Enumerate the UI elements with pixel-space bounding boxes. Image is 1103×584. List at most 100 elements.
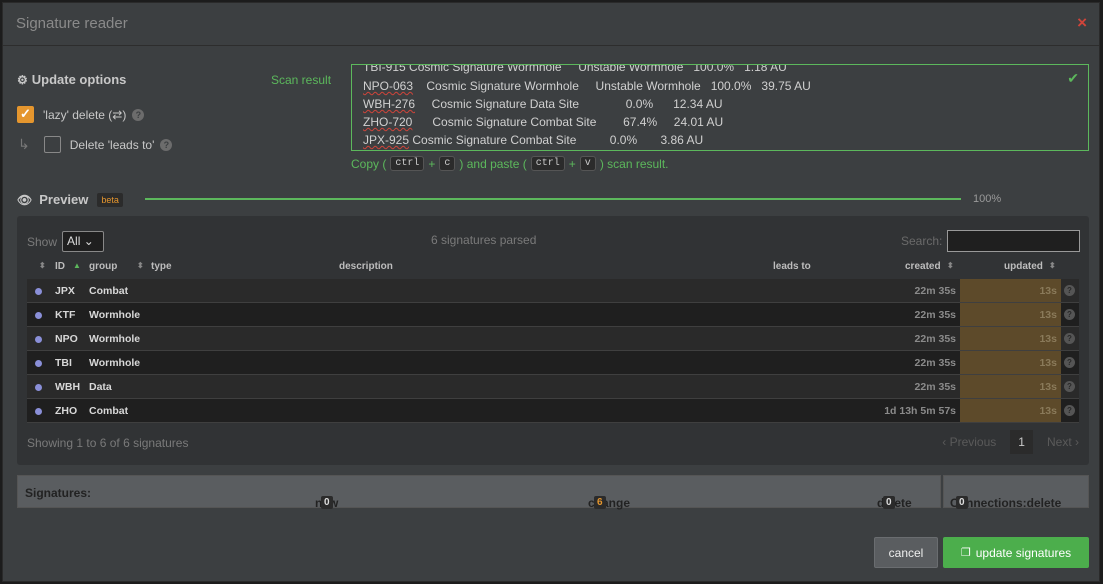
cell-created: 1d 13h 5m 57s <box>884 405 956 417</box>
lazy-delete-label: 'lazy' delete (⇄) <box>43 107 127 122</box>
connections-summary: Connections:delete 0 <box>943 475 1089 510</box>
cell-created: 22m 35s <box>914 381 956 393</box>
next-page-button[interactable]: Next › <box>1047 435 1079 449</box>
table-row[interactable]: JPX Combat 22m 35s 13s? <box>27 279 1079 303</box>
col-group[interactable]: group <box>89 261 117 272</box>
update-options-heading: ⚙ Update options <box>17 72 126 87</box>
cell-id: ZHO <box>55 405 78 417</box>
lazy-delete-checkbox[interactable] <box>17 106 34 123</box>
gears-icon: ⚙ <box>17 73 28 87</box>
cell-group: Combat <box>89 405 129 417</box>
col-updated[interactable]: updated <box>1004 261 1043 272</box>
previous-page-button[interactable]: ‹ Previous <box>942 435 996 449</box>
cell-id: TBI <box>55 357 72 369</box>
page-1-button[interactable]: 1 <box>1010 430 1033 454</box>
col-created[interactable]: created <box>905 261 941 272</box>
cell-updated: 13s <box>960 303 1061 326</box>
delete-count: 0 <box>883 496 895 509</box>
delete-leads-option[interactable]: ↳ Delete 'leads to' ? <box>17 136 173 153</box>
beta-badge: beta <box>97 192 123 207</box>
ctrl-key: ctrl <box>390 156 425 171</box>
c-key: c <box>439 156 456 171</box>
dialog-titlebar: Signature reader × <box>3 3 1099 46</box>
col-type[interactable]: type <box>151 261 172 272</box>
status-dot-icon <box>35 360 42 367</box>
cell-created: 22m 35s <box>914 357 956 369</box>
sort-asc-icon[interactable]: ▲ <box>73 261 81 270</box>
preview-heading: 👁 Preview beta <box>17 192 123 207</box>
table-row[interactable]: TBI Wormhole 22m 35s 13s? <box>27 351 1079 375</box>
table-body: JPX Combat 22m 35s 13s? KTF Wormhole 22m 35s 1… <box>27 279 1079 423</box>
cell-id: NPO <box>55 333 78 345</box>
copy-icon: ❐ <box>960 547 971 559</box>
search-box: Search: <box>901 230 1081 252</box>
scan-line: ZHO-720 Cosmic Signature Combat Site 67.… <box>363 115 724 129</box>
signature-reader-dialog: Signature reader × ⚙Update options 'lazy… <box>2 2 1100 582</box>
change-count: 6 <box>594 496 606 509</box>
cell-created: 22m 35s <box>914 309 956 321</box>
connections-count: 0 <box>956 496 968 509</box>
pagination: ‹ Previous 1 Next › <box>942 430 1079 454</box>
progress-percent: 100% <box>973 193 1002 205</box>
cell-group: Wormhole <box>89 333 141 345</box>
status-dot-icon <box>35 408 42 415</box>
signature-table-panel: Show All ⌄ 6 signatures parsed Search: ⬍… <box>17 216 1089 465</box>
help-icon[interactable]: ? <box>1064 309 1075 320</box>
cell-id: WBH <box>55 381 81 393</box>
delete-leads-checkbox[interactable] <box>43 136 61 153</box>
table-row[interactable]: KTF Wormhole 22m 35s 13s? <box>27 303 1079 327</box>
scan-result-label: Scan result <box>271 73 332 87</box>
summary-bar: Signatures: new0 change6 delete0 Connect… <box>17 475 1089 510</box>
help-icon[interactable]: ? <box>1064 405 1075 416</box>
cell-group: Wormhole <box>89 309 141 321</box>
col-leads-to[interactable]: leads to <box>773 261 811 272</box>
status-dot-icon <box>35 288 42 295</box>
col-id[interactable]: ID <box>55 261 65 272</box>
help-icon[interactable]: ? <box>160 138 173 151</box>
cell-group: Wormhole <box>89 357 141 369</box>
search-input[interactable] <box>947 230 1081 252</box>
check-icon: ✔ <box>1067 70 1079 86</box>
help-icon[interactable]: ? <box>1064 333 1075 344</box>
status-dot-icon <box>35 336 42 343</box>
lazy-delete-option[interactable]: 'lazy' delete (⇄) ? <box>17 106 145 123</box>
cell-updated: 13s <box>960 279 1061 302</box>
show-select[interactable]: All ⌄ <box>62 231 105 252</box>
update-signatures-button[interactable]: ❐ update signatures <box>943 537 1089 568</box>
status-dot-icon <box>35 384 42 391</box>
table-row[interactable]: ZHO Combat 1d 13h 5m 57s 13s? <box>27 399 1079 423</box>
scan-line: JPX-925 Cosmic Signature Combat Site 0.0… <box>363 133 704 147</box>
signatures-summary: Signatures: new0 change6 delete0 <box>17 475 941 510</box>
sort-icon[interactable]: ⬍ <box>137 261 144 270</box>
sort-icon[interactable]: ⬍ <box>39 261 46 270</box>
help-icon[interactable]: ? <box>1064 381 1075 392</box>
table-row[interactable]: NPO Wormhole 22m 35s 13s? <box>27 327 1079 351</box>
col-description[interactable]: description <box>339 261 393 272</box>
help-icon[interactable]: ? <box>132 108 145 121</box>
preview-progress-bar <box>145 198 961 200</box>
update-options-title: Update options <box>31 72 127 87</box>
dialog-title: Signature reader <box>16 15 128 32</box>
close-icon[interactable]: × <box>1077 13 1087 33</box>
new-count: 0 <box>321 496 333 509</box>
scan-line: NPO-063 Cosmic Signature Wormhole Unstab… <box>363 79 811 93</box>
cell-group: Data <box>89 381 112 393</box>
sort-icon[interactable]: ⬍ <box>947 261 954 270</box>
cancel-button[interactable]: cancel <box>874 537 938 568</box>
showing-info: Showing 1 to 6 of 6 signatures <box>27 436 189 450</box>
cell-created: 22m 35s <box>914 285 956 297</box>
search-label: Search: <box>901 234 943 248</box>
scan-result-textarea[interactable]: TBI-915 Cosmic Signature Wormhole Unstab… <box>351 64 1089 151</box>
ctrl-key: ctrl <box>530 156 565 171</box>
show-filter: Show All ⌄ <box>27 231 105 252</box>
preview-title: Preview <box>39 192 89 207</box>
help-icon[interactable]: ? <box>1064 357 1075 368</box>
table-row[interactable]: WBH Data 22m 35s 13s? <box>27 375 1079 399</box>
copy-paste-hint: Copy ( ctrl + c ) and paste ( ctrl + v ) sca… <box>351 156 669 171</box>
v-key: v <box>579 156 596 171</box>
cell-updated: 13s <box>960 327 1061 350</box>
sort-icon[interactable]: ⬍ <box>1049 261 1056 270</box>
delete-leads-label: Delete 'leads to' <box>69 137 155 152</box>
help-icon[interactable]: ? <box>1064 285 1075 296</box>
cell-id: JPX <box>55 285 75 297</box>
